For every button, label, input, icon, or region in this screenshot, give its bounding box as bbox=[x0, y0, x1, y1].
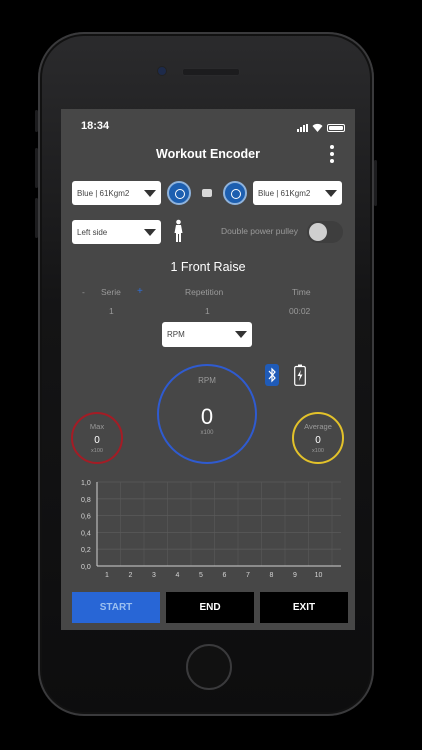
x-tick-label: 6 bbox=[223, 572, 227, 579]
serie-label: Serie bbox=[101, 287, 121, 297]
max-gauge-unit: x100 bbox=[91, 448, 103, 454]
average-gauge-label: Average bbox=[304, 422, 332, 431]
average-gauge-value: 0 bbox=[315, 435, 321, 446]
repetition-value: 1 bbox=[205, 306, 210, 316]
double-pulley-label: Double power pulley bbox=[221, 226, 299, 236]
end-button[interactable]: END bbox=[166, 592, 254, 623]
power-button bbox=[374, 160, 377, 206]
max-gauge: Max 0 x100 bbox=[71, 412, 123, 464]
metric-select[interactable]: RPM bbox=[162, 322, 252, 347]
link-icon bbox=[202, 189, 212, 197]
chevron-down-icon bbox=[325, 190, 337, 197]
mute-switch bbox=[35, 110, 38, 132]
toggle-knob bbox=[309, 223, 327, 241]
serie-value: 1 bbox=[109, 306, 114, 316]
bluetooth-icon bbox=[265, 364, 279, 386]
side-select[interactable]: Left side bbox=[72, 220, 161, 244]
rpm-gauge-unit: x100 bbox=[200, 430, 214, 436]
more-options-icon[interactable] bbox=[329, 145, 335, 163]
right-encoder-select[interactable]: Blue | 61Kgm2 bbox=[253, 181, 342, 205]
double-pulley-toggle[interactable] bbox=[307, 221, 343, 243]
max-gauge-value: 0 bbox=[94, 435, 100, 446]
battery-icon bbox=[327, 124, 345, 132]
chevron-down-icon bbox=[144, 190, 156, 197]
page-title: Workout Encoder bbox=[156, 147, 260, 161]
y-tick-label: 0,6 bbox=[81, 514, 91, 521]
volume-up-button bbox=[35, 148, 38, 188]
chevron-down-icon bbox=[144, 229, 156, 236]
x-tick-label: 9 bbox=[293, 572, 297, 579]
x-tick-label: 2 bbox=[129, 572, 133, 579]
earpiece-speaker bbox=[182, 68, 240, 76]
y-tick-label: 0,0 bbox=[81, 564, 91, 571]
x-tick-label: 1 bbox=[105, 572, 109, 579]
rpm-gauge-label: RPM bbox=[198, 376, 216, 385]
metric-select-value: RPM bbox=[167, 330, 185, 339]
time-label: Time bbox=[292, 287, 311, 297]
x-tick-label: 3 bbox=[152, 572, 156, 579]
max-gauge-label: Max bbox=[89, 422, 105, 431]
serie-minus-button[interactable]: - bbox=[82, 287, 85, 297]
rpm-gauge-value: 0 bbox=[200, 404, 214, 429]
left-encoder-select[interactable]: Blue | 61Kgm2 bbox=[72, 181, 161, 205]
y-tick-label: 0,2 bbox=[81, 547, 91, 554]
charging-battery-icon bbox=[294, 364, 306, 391]
left-encoder-value: Blue | 61Kgm2 bbox=[77, 188, 130, 198]
x-tick-label: 4 bbox=[176, 572, 180, 579]
left-encoder-icon[interactable] bbox=[167, 181, 191, 205]
status-bar: 18:34 bbox=[61, 109, 355, 135]
app-screen: 18:34 Workout Encoder Blue | 61Kgm2 Blue… bbox=[61, 109, 355, 630]
front-camera bbox=[157, 66, 167, 76]
y-tick-label: 0,4 bbox=[81, 530, 91, 537]
y-tick-label: 0,8 bbox=[81, 497, 91, 504]
status-time: 18:34 bbox=[81, 120, 110, 132]
x-tick-label: 8 bbox=[270, 572, 274, 579]
volume-down-button bbox=[35, 198, 38, 238]
repetition-chart: 1,0 0,8 0,6 0,4 0,2 0,0 1 2 3 4 5 6 7 8 9 10 bbox=[81, 480, 341, 579]
time-value: 00:02 bbox=[289, 306, 311, 316]
x-tick-label: 10 bbox=[315, 572, 323, 579]
right-encoder-value: Blue | 61Kgm2 bbox=[258, 188, 311, 198]
x-tick-label: 7 bbox=[246, 572, 250, 579]
x-tick-label: 5 bbox=[199, 572, 203, 579]
signal-icon bbox=[297, 124, 308, 132]
nav-bar: Workout Encoder bbox=[61, 135, 355, 173]
y-tick-label: 1,0 bbox=[81, 480, 91, 487]
average-gauge-unit: x100 bbox=[312, 448, 324, 454]
repetition-label: Repetition bbox=[185, 287, 224, 297]
right-encoder-icon[interactable] bbox=[223, 181, 247, 205]
body-figure-icon bbox=[173, 219, 184, 248]
exit-button[interactable]: EXIT bbox=[260, 592, 348, 623]
average-gauge: Average 0 x100 bbox=[292, 412, 344, 464]
home-button[interactable] bbox=[186, 644, 232, 690]
rpm-gauge: RPM 0 x100 bbox=[157, 364, 257, 464]
chevron-down-icon bbox=[235, 331, 247, 338]
exercise-title: 1 Front Raise bbox=[170, 260, 246, 274]
serie-plus-button[interactable]: + bbox=[137, 286, 143, 297]
start-button[interactable]: START bbox=[72, 592, 160, 623]
side-select-value: Left side bbox=[77, 227, 108, 237]
